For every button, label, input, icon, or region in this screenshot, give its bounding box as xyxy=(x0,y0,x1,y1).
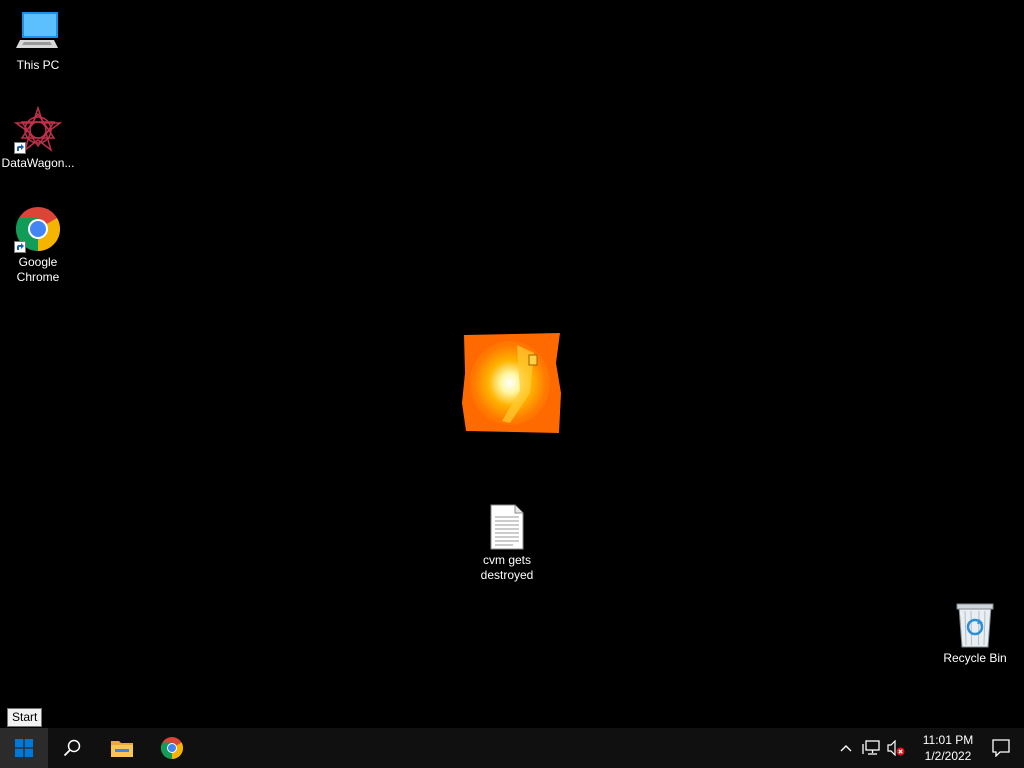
volume-muted-icon xyxy=(887,740,905,756)
text-document-icon xyxy=(483,503,531,551)
taskbar-google-chrome[interactable] xyxy=(148,728,196,768)
desktop-icon-text-document[interactable]: cvm gets destroyed xyxy=(469,503,545,583)
desktop-icon-recycle-bin[interactable]: Recycle Bin xyxy=(937,601,1013,666)
desktop-icon-label: cvm gets destroyed xyxy=(480,553,534,582)
shortcut-arrow-icon xyxy=(14,142,26,154)
start-tooltip: Start xyxy=(7,708,43,727)
action-center-button[interactable] xyxy=(978,728,1024,768)
taskbar-file-explorer[interactable] xyxy=(98,728,146,768)
desktop-icon-datawagon[interactable]: DataWagon... xyxy=(0,105,76,171)
desktop-icon-label: Google Chrome xyxy=(16,255,60,284)
volume-button[interactable] xyxy=(884,728,908,768)
desktop-icon-label: Recycle Bin xyxy=(943,651,1007,665)
desktop-icon-label: This PC xyxy=(16,58,60,72)
shortcut-arrow-icon xyxy=(14,241,26,253)
network-button[interactable] xyxy=(859,728,883,768)
clock-date: 1/2/2022 xyxy=(924,749,972,763)
start-button[interactable] xyxy=(0,728,48,768)
action-center-icon xyxy=(992,739,1010,757)
fire-explosion-image xyxy=(462,333,562,433)
clock[interactable]: 11:01 PM 1/2/2022 xyxy=(910,728,986,768)
datawagon-icon xyxy=(13,105,63,154)
search-button[interactable] xyxy=(48,728,96,768)
network-icon xyxy=(862,740,880,756)
desktop-icon-label: DataWagon... xyxy=(1,156,75,170)
chevron-up-icon xyxy=(840,744,852,752)
desktop: This PC DataWagon... Google Chrome cvm g… xyxy=(0,0,1024,728)
clock-time: 11:01 PM xyxy=(922,733,974,747)
this-pc-icon xyxy=(14,8,62,56)
search-icon xyxy=(63,739,81,757)
taskbar: 11:01 PM 1/2/2022 xyxy=(0,728,1024,768)
desktop-icon-google-chrome[interactable]: Google Chrome xyxy=(0,205,76,285)
recycle-bin-icon xyxy=(951,601,999,649)
chrome-icon xyxy=(160,736,184,760)
desktop-icon-this-pc[interactable]: This PC xyxy=(0,8,76,73)
show-hidden-icons-button[interactable] xyxy=(834,728,858,768)
windows-logo-icon xyxy=(15,739,33,757)
chrome-icon xyxy=(14,205,62,253)
folder-icon xyxy=(110,738,134,758)
